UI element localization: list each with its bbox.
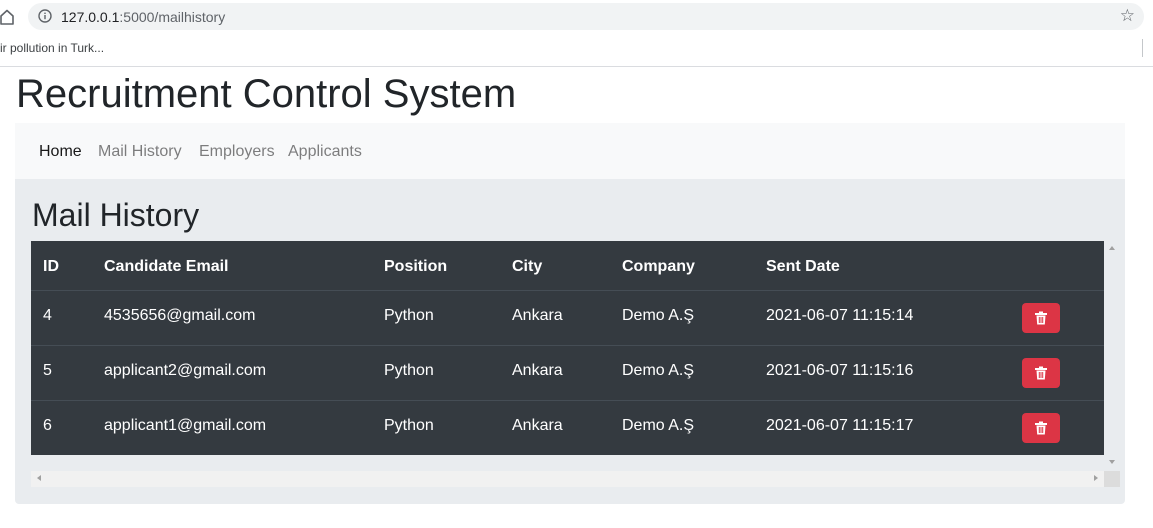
nav-home[interactable]: Home: [39, 142, 82, 162]
info-icon[interactable]: [38, 9, 52, 23]
column-header-id: ID: [43, 258, 59, 275]
trash-icon: [1035, 311, 1047, 325]
navbar: Home Mail History Employers Applicants: [15, 123, 1125, 179]
column-header-candidate-email: Candidate Email: [104, 258, 229, 275]
cell-email: applicant2@gmail.com: [104, 362, 267, 379]
column-header-city: City: [512, 258, 543, 275]
column-header-sent-date: Sent Date: [766, 258, 840, 275]
section-title: Mail History: [32, 197, 200, 233]
cell-city: Ankara: [512, 362, 563, 379]
row-divider: [31, 345, 1104, 346]
cell-position: Python: [384, 362, 434, 379]
cell-company: Demo A.Ş: [622, 362, 695, 379]
row-divider: [31, 290, 1104, 291]
cell-position: Python: [384, 307, 434, 324]
url-text: 127.0.0.1:5000/mailhistory: [61, 9, 225, 25]
delete-button[interactable]: [1022, 413, 1060, 443]
nav-mail-history[interactable]: Mail History: [98, 142, 182, 162]
home-icon[interactable]: [0, 9, 14, 25]
cell-email: 4535656@gmail.com: [104, 307, 256, 324]
cell-company: Demo A.Ş: [622, 417, 695, 434]
cell-company: Demo A.Ş: [622, 307, 695, 324]
bookmarks-bar: ir pollution in Turk...: [0, 34, 1153, 67]
row-divider: [31, 400, 1104, 401]
horizontal-scrollbar[interactable]: [31, 471, 1104, 487]
cell-city: Ankara: [512, 417, 563, 434]
cell-sent-date: 2021-06-07 11:15:17: [766, 417, 914, 434]
cell-id: 5: [43, 362, 52, 379]
scroll-down-arrow-icon[interactable]: [1109, 460, 1115, 464]
url-path: :5000/mailhistory: [119, 9, 226, 25]
delete-button[interactable]: [1022, 358, 1060, 388]
cell-id: 6: [43, 417, 52, 434]
cell-id: 4: [43, 307, 52, 324]
cell-city: Ankara: [512, 307, 563, 324]
scroll-right-arrow-icon[interactable]: [1094, 475, 1098, 481]
cell-email: applicant1@gmail.com: [104, 417, 267, 434]
column-header-company: Company: [622, 258, 695, 275]
bookmark-item[interactable]: ir pollution in Turk...: [0, 41, 104, 55]
bookmarks-separator: [1142, 39, 1143, 57]
star-icon[interactable]: ☆: [1120, 7, 1135, 25]
mail-history-table: ID Candidate Email Position City Company…: [31, 241, 1104, 455]
scroll-up-arrow-icon[interactable]: [1109, 246, 1115, 250]
content-panel: Mail History ID Candidate Email Position…: [15, 179, 1125, 504]
scrollbar-corner: [1104, 471, 1120, 487]
delete-button[interactable]: [1022, 303, 1060, 333]
scroll-left-arrow-icon[interactable]: [37, 475, 41, 481]
page-title: Recruitment Control System: [16, 72, 517, 116]
nav-employers[interactable]: Employers: [199, 142, 275, 162]
address-bar[interactable]: 127.0.0.1:5000/mailhistory ☆: [28, 3, 1144, 30]
cell-sent-date: 2021-06-07 11:15:14: [766, 307, 914, 324]
vertical-scrollbar[interactable]: [1104, 241, 1120, 469]
column-header-position: Position: [384, 258, 448, 275]
cell-position: Python: [384, 417, 434, 434]
trash-icon: [1035, 366, 1047, 380]
url-host: 127.0.0.1: [61, 9, 120, 25]
browser-toolbar: 127.0.0.1:5000/mailhistory ☆: [0, 0, 1153, 34]
trash-icon: [1035, 421, 1047, 435]
nav-applicants[interactable]: Applicants: [288, 142, 362, 162]
cell-sent-date: 2021-06-07 11:15:16: [766, 362, 914, 379]
